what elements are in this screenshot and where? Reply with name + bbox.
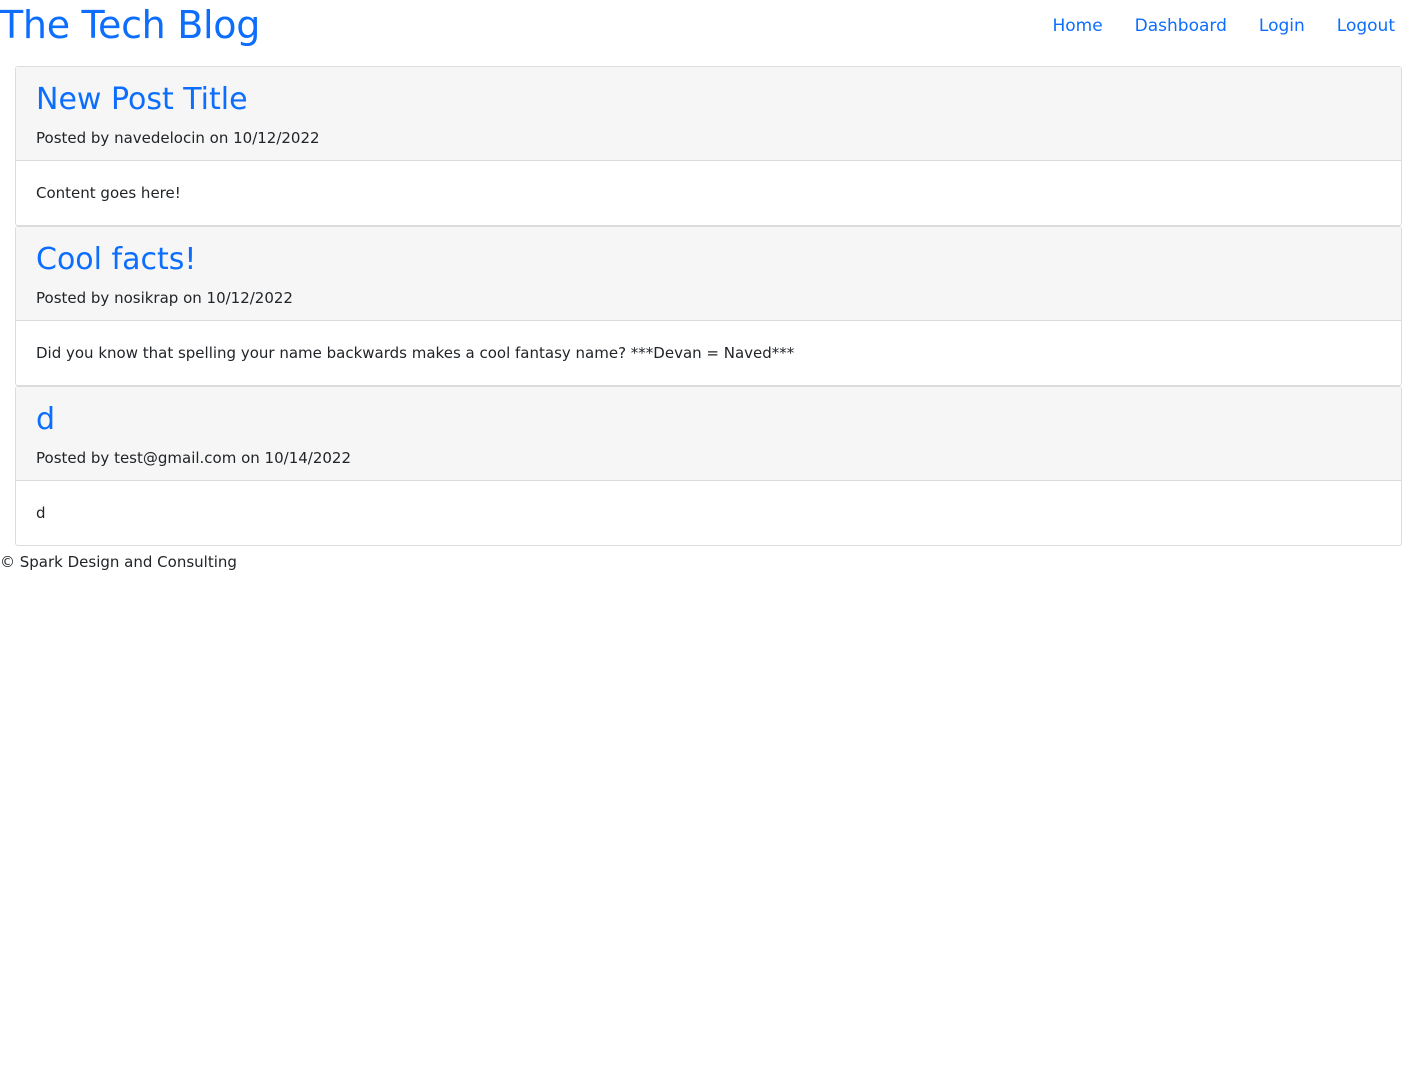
- post-list: New Post Title Posted by navedelocin on …: [15, 66, 1402, 546]
- post-card: d Posted by test@gmail.com on 10/14/2022…: [15, 386, 1402, 546]
- post-card: Cool facts! Posted by nosikrap on 10/12/…: [15, 226, 1402, 386]
- main-nav: Home Dashboard Login Logout: [1036, 14, 1415, 38]
- post-title-link[interactable]: Cool facts!: [36, 241, 196, 279]
- post-meta: Posted by test@gmail.com on 10/14/2022: [36, 449, 352, 467]
- post-card: New Post Title Posted by navedelocin on …: [15, 66, 1402, 226]
- nav-logout-link[interactable]: Logout: [1321, 14, 1415, 38]
- nav-login-link[interactable]: Login: [1243, 14, 1321, 38]
- post-title-link[interactable]: d: [36, 401, 55, 439]
- post-card-header: Cool facts! Posted by nosikrap on 10/12/…: [16, 227, 1401, 321]
- site-title[interactable]: The Tech Blog: [0, 2, 260, 48]
- post-title-link[interactable]: New Post Title: [36, 81, 248, 119]
- post-content: Did you know that spelling your name bac…: [36, 344, 795, 362]
- post-meta: Posted by navedelocin on 10/12/2022: [36, 129, 320, 147]
- post-meta: Posted by nosikrap on 10/12/2022: [36, 289, 293, 307]
- post-card-header: d Posted by test@gmail.com on 10/14/2022: [16, 387, 1401, 481]
- post-card-header: New Post Title Posted by navedelocin on …: [16, 67, 1401, 161]
- nav-home-link[interactable]: Home: [1036, 14, 1118, 38]
- post-content: d: [36, 504, 46, 522]
- site-footer: © Spark Design and Consulting: [0, 553, 237, 571]
- nav-dashboard-link[interactable]: Dashboard: [1119, 14, 1243, 38]
- post-content: Content goes here!: [36, 184, 181, 202]
- site-header: The Tech Blog Home Dashboard Login Logou…: [0, 0, 1415, 58]
